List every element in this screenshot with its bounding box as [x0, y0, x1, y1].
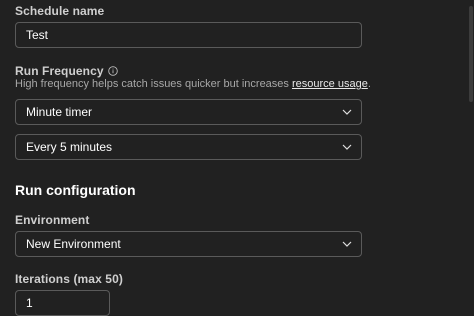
run-frequency-label: Run Frequency	[15, 64, 118, 78]
helper-suffix: .	[367, 78, 371, 90]
scrollbar-thumb[interactable]	[469, 6, 473, 102]
chevron-down-icon	[342, 142, 352, 152]
environment-select[interactable]: New Environment	[15, 231, 362, 257]
schedule-name-input[interactable]: Test	[15, 22, 362, 48]
resource-usage-link[interactable]: resource usage	[292, 78, 368, 90]
run-frequency-helper: High frequency helps catch issues quicke…	[15, 78, 371, 90]
interval-select[interactable]: Every 5 minutes	[15, 134, 362, 160]
iterations-input[interactable]: 1	[15, 290, 110, 316]
environment-value: New Environment	[26, 237, 121, 251]
run-configuration-title: Run configuration	[15, 182, 136, 198]
timer-type-select[interactable]: Minute timer	[15, 99, 362, 125]
chevron-down-icon	[342, 107, 352, 117]
timer-type-value: Minute timer	[26, 105, 93, 119]
schedule-name-value: Test	[26, 28, 49, 42]
helper-text: High frequency helps catch issues quicke…	[15, 78, 292, 90]
info-circle-icon[interactable]	[107, 66, 118, 76]
environment-label: Environment	[15, 213, 90, 227]
iterations-value: 1	[26, 296, 33, 310]
schedule-name-label: Schedule name	[15, 4, 105, 18]
iterations-label: Iterations (max 50)	[15, 272, 123, 286]
chevron-down-icon	[342, 239, 352, 249]
interval-value: Every 5 minutes	[26, 140, 113, 154]
scrollbar[interactable]	[468, 0, 474, 307]
